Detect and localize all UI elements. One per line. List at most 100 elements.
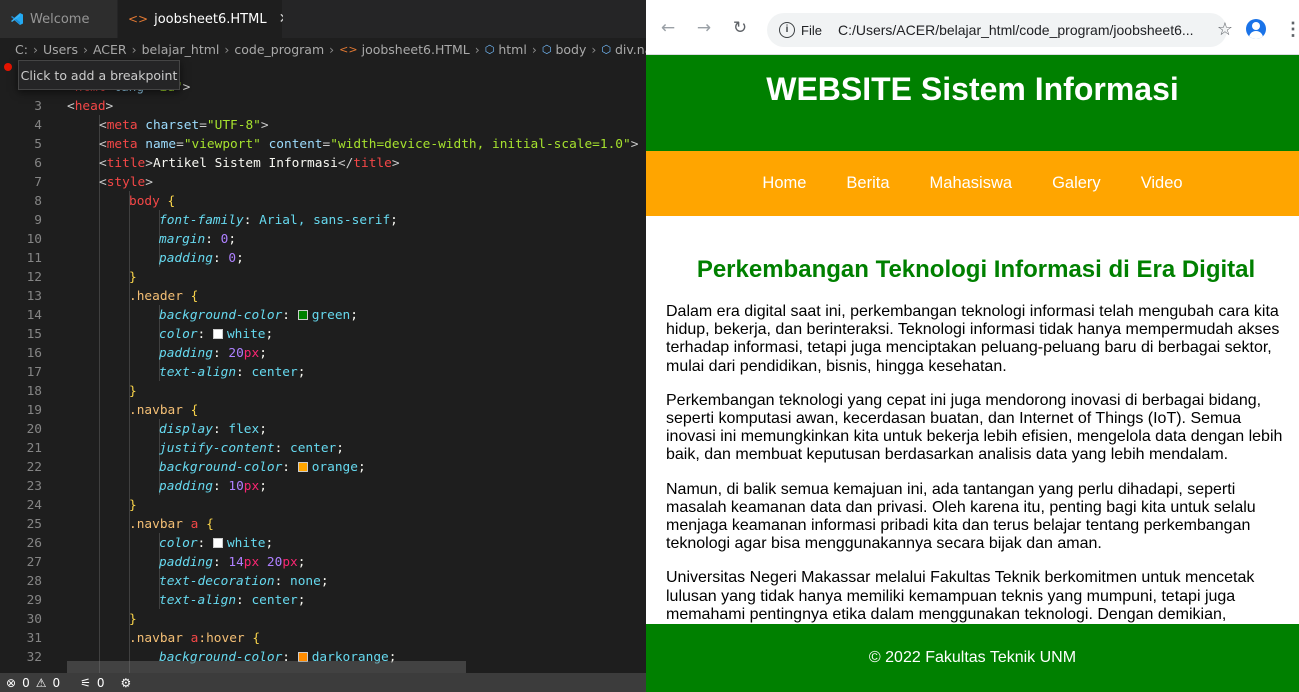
element-icon: ⬡ bbox=[541, 42, 552, 56]
breakpoint-tooltip: Click to add a breakpoint bbox=[18, 60, 180, 90]
color-swatch-icon[interactable] bbox=[297, 310, 308, 320]
tab-welcome[interactable]: Welcome bbox=[0, 0, 118, 38]
kebab-menu-icon[interactable]: ⋮ bbox=[1284, 18, 1299, 40]
code-line: 31 .navbar a:hover { bbox=[26, 631, 261, 646]
article-content: Perkembangan Teknologi Informasi di Era … bbox=[666, 216, 1286, 624]
warning-count[interactable]: 0 bbox=[52, 676, 60, 690]
code-line: 11 padding: 0; bbox=[26, 251, 244, 266]
nav-link-berita[interactable]: Berita bbox=[826, 174, 909, 193]
breakpoint-icon[interactable] bbox=[4, 63, 12, 71]
code-line: 30 } bbox=[26, 612, 137, 627]
element-icon: ⬡ bbox=[601, 42, 611, 56]
code-line: 27 padding: 14px 20px; bbox=[26, 555, 306, 570]
article-paragraph: Universitas Negeri Makassar melalui Faku… bbox=[666, 569, 1255, 623]
code-line: 10 margin: 0; bbox=[26, 232, 237, 247]
breadcrumb-item[interactable]: div.nav bbox=[615, 42, 646, 57]
address-url[interactable]: C:/Users/ACER/belajar_html/code_program/… bbox=[838, 22, 1193, 38]
footer-text: © 2022 Fakultas Teknik UNM bbox=[868, 649, 1077, 666]
horizontal-scrollbar[interactable] bbox=[67, 661, 466, 673]
error-count[interactable]: 0 bbox=[22, 676, 30, 690]
color-swatch-icon[interactable] bbox=[297, 462, 308, 472]
chevron-right-icon: › bbox=[82, 41, 88, 57]
code-line: 5 <meta name="viewport" content="width=d… bbox=[34, 137, 639, 152]
code-line: 16 padding: 20px; bbox=[26, 346, 267, 361]
code-line: 17 text-align: center; bbox=[26, 365, 306, 380]
code-line: 28 text-decoration: none; bbox=[26, 574, 329, 589]
article-paragraph: Namun, di balik semua kemajuan ini, ada … bbox=[666, 480, 1256, 553]
vscode-logo-icon bbox=[10, 12, 24, 26]
tab-label: Welcome bbox=[30, 11, 90, 27]
site-footer: © 2022 Fakultas Teknik UNM bbox=[646, 624, 1299, 692]
nav-link-mahasiswa[interactable]: Mahasiswa bbox=[910, 174, 1033, 193]
error-icon[interactable]: ⊗ bbox=[6, 676, 16, 690]
code-line: 8 body { bbox=[34, 194, 176, 209]
breadcrumb-item[interactable]: C: bbox=[15, 42, 28, 57]
site-navbar: Home Berita Mahasiswa Galery Video bbox=[646, 151, 1299, 216]
code-line: 20 display: flex; bbox=[26, 422, 267, 437]
code-line: 7 <style> bbox=[34, 175, 153, 190]
tab-label: joobsheet6.HTML bbox=[154, 11, 267, 27]
code-line: 14 background-color: green; bbox=[26, 308, 358, 323]
code-line: 21 justify-content: center; bbox=[26, 441, 344, 456]
forward-arrow-icon[interactable]: → bbox=[694, 18, 714, 38]
breadcrumb-item[interactable]: Users bbox=[43, 42, 78, 57]
code-line: 22 background-color: orange; bbox=[26, 460, 366, 475]
code-line: 26 color: white; bbox=[26, 536, 274, 551]
breadcrumb-item[interactable]: body bbox=[555, 42, 586, 57]
ports-count[interactable]: 0 bbox=[97, 676, 105, 690]
code-line: 9 font-family: Arial, sans-serif; bbox=[34, 213, 398, 228]
chevron-right-icon: › bbox=[131, 41, 137, 57]
code-line: 23 padding: 10px; bbox=[26, 479, 267, 494]
site-header: WEBSITE Sistem Informasi bbox=[646, 55, 1299, 151]
chevron-right-icon: › bbox=[32, 41, 38, 57]
code-editor[interactable]: <html lang="id"> 3 <head> 4 <meta charse… bbox=[0, 77, 646, 673]
nav-link-video[interactable]: Video bbox=[1121, 174, 1203, 193]
code-line: 24 } bbox=[26, 498, 137, 513]
code-line: 18 } bbox=[26, 384, 137, 399]
nav-link-galery[interactable]: Galery bbox=[1032, 174, 1121, 193]
code-line: 4 <meta charset="UTF-8"> bbox=[34, 118, 269, 133]
debug-icon[interactable]: ⚙ bbox=[121, 676, 132, 690]
color-swatch-icon[interactable] bbox=[212, 329, 223, 339]
ports-icon[interactable]: ⚟ bbox=[80, 676, 91, 690]
address-scheme: File bbox=[801, 22, 822, 38]
code-line: 12 } bbox=[26, 270, 137, 285]
editor-tab-bar: Welcome <> joobsheet6.HTML ✕ bbox=[0, 0, 646, 38]
status-bar: ⊗ 0 ⚠ 0 ⚟ 0 ⚙ bbox=[0, 673, 646, 692]
breadcrumb-item[interactable]: html bbox=[498, 42, 526, 57]
back-arrow-icon[interactable]: ← bbox=[658, 18, 678, 38]
address-bar[interactable]: i File C:/Users/ACER/belajar_html/code_p… bbox=[767, 13, 1233, 47]
browser-toolbar: ← → ↻ i File C:/Users/ACER/belajar_html/… bbox=[646, 0, 1299, 55]
reload-icon[interactable]: ↻ bbox=[730, 18, 750, 38]
breadcrumb-item[interactable]: code_program bbox=[234, 42, 324, 57]
chevron-right-icon: › bbox=[474, 41, 480, 57]
breadcrumb: C: › Users › ACER › belajar_html › code_prog… bbox=[0, 38, 646, 60]
tab-joobsheet6[interactable]: <> joobsheet6.HTML ✕ bbox=[118, 0, 290, 38]
bookmark-star-icon[interactable]: ☆ bbox=[1217, 19, 1233, 40]
code-line: 25 .navbar a { bbox=[26, 517, 214, 532]
profile-avatar-icon[interactable] bbox=[1246, 19, 1266, 39]
html-file-icon: <> bbox=[128, 12, 149, 26]
nav-link-home[interactable]: Home bbox=[742, 174, 826, 193]
warning-icon[interactable]: ⚠ bbox=[36, 676, 47, 690]
browser-window: ← → ↻ i File C:/Users/ACER/belajar_html/… bbox=[646, 0, 1299, 692]
article-paragraph: Dalam era digital saat ini, perkembangan… bbox=[666, 303, 1280, 375]
code-line: 13 .header { bbox=[26, 289, 199, 304]
breadcrumb-item[interactable]: belajar_html bbox=[142, 42, 220, 57]
code-line: 6 <title>Artikel Sistem Informasi</title… bbox=[34, 156, 400, 171]
code-line: 3 <head> bbox=[34, 99, 114, 114]
breadcrumb-item[interactable]: ACER bbox=[93, 42, 127, 57]
color-swatch-icon[interactable] bbox=[212, 538, 223, 548]
breadcrumb-item[interactable]: joobsheet6.HTML bbox=[362, 42, 470, 57]
code-line: 29 text-align: center; bbox=[26, 593, 306, 608]
article-paragraph: Perkembangan teknologi yang cepat ini ju… bbox=[666, 391, 1283, 464]
chevron-right-icon: › bbox=[329, 41, 335, 57]
site-title: WEBSITE Sistem Informasi bbox=[766, 71, 1179, 107]
info-icon[interactable]: i bbox=[779, 22, 795, 38]
article-title: Perkembangan Teknologi Informasi di Era … bbox=[696, 256, 1256, 283]
html-file-icon: <> bbox=[339, 42, 358, 56]
element-icon: ⬡ bbox=[484, 42, 495, 56]
chevron-right-icon: › bbox=[531, 41, 537, 57]
chevron-right-icon: › bbox=[591, 41, 597, 57]
code-line: 19 .navbar { bbox=[26, 403, 199, 418]
